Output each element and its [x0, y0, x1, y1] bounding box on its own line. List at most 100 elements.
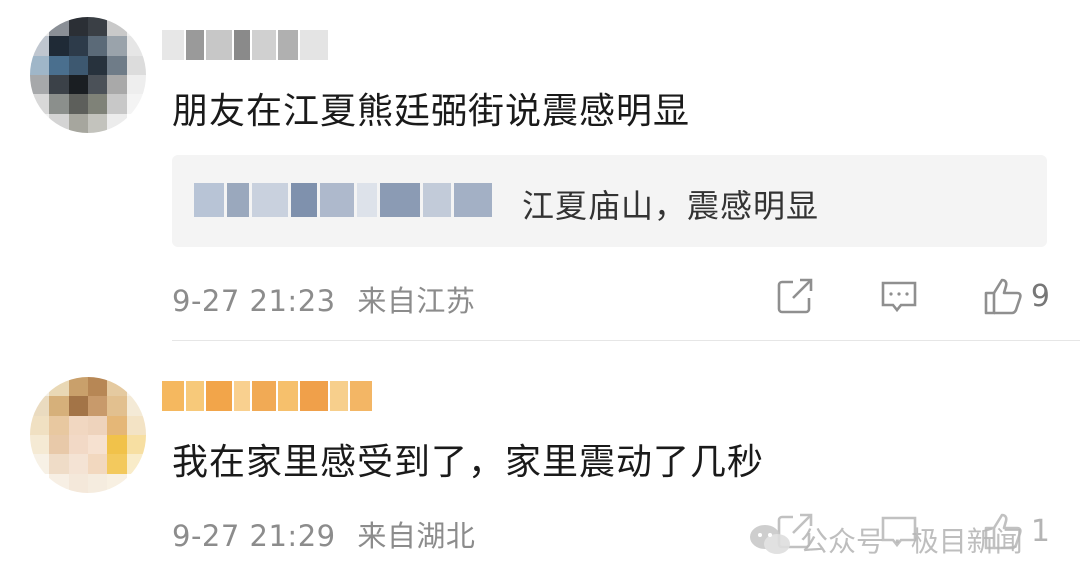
avatar-mosaic-cell [88, 75, 108, 95]
comment-text: 朋友在江夏熊廷弼街说震感明显 [172, 91, 691, 132]
avatar-mosaic-cell [126, 415, 146, 435]
username-mosaic-cell [162, 30, 184, 60]
quoted-reply[interactable]: 江夏庙山，震感明显 [172, 155, 1047, 247]
avatar-mosaic-cell [30, 396, 50, 416]
avatar-mosaic-cell [88, 94, 108, 114]
avatar-mosaic-cell [88, 396, 108, 416]
avatar-mosaic-cell [107, 415, 127, 435]
avatar-mosaic-cell [107, 454, 127, 474]
comment-time: 9-27 21:29 [172, 519, 336, 553]
avatar-mosaic-cell [107, 36, 127, 56]
avatar-mosaic-cell [107, 113, 127, 133]
username-mosaic-cell [206, 30, 232, 60]
comment-meta: 9-27 21:29 来自湖北 [172, 513, 475, 555]
username-mosaic-cell [206, 381, 232, 411]
like-count: 1 [1030, 513, 1050, 549]
username-blurred[interactable] [162, 30, 328, 60]
avatar-mosaic-cell [126, 473, 146, 493]
avatar-mosaic-cell [88, 17, 108, 37]
comment-meta: 9-27 21:23 来自江苏 [172, 278, 475, 320]
avatar-mosaic-cell [68, 36, 88, 56]
avatar-mosaic-cell [30, 435, 50, 455]
comment-text: 我在家里感受到了，家里震动了几秒 [172, 442, 765, 483]
avatar-mosaic-cell [49, 454, 69, 474]
avatar[interactable] [30, 17, 146, 133]
username-mosaic-cell [278, 30, 298, 60]
avatar-mosaic-cell [49, 113, 69, 133]
avatar-mosaic-cell [30, 473, 50, 493]
username-mosaic-cell [300, 30, 328, 60]
avatar-mosaic-cell [30, 94, 50, 114]
quoted-username-mosaic-cell [357, 183, 377, 217]
avatar-mosaic-cell [49, 75, 69, 95]
thumbs-up-icon[interactable] [981, 274, 1025, 318]
username-blurred[interactable] [162, 381, 372, 411]
avatar-mosaic-cell [68, 75, 88, 95]
avatar-mosaic-cell [30, 113, 50, 133]
avatar-mosaic-cell [68, 17, 88, 37]
quoted-reply-text: 江夏庙山，震感明显 [522, 187, 820, 225]
avatar-mosaic-cell [126, 75, 146, 95]
avatar-mosaic-cell [30, 55, 50, 75]
quoted-username-mosaic-cell [252, 183, 288, 217]
avatar-mosaic-cell [107, 94, 127, 114]
comment-icon[interactable] [877, 274, 921, 318]
comment-location: 来自湖北 [357, 519, 476, 553]
avatar-mosaic-cell [49, 435, 69, 455]
quoted-username-mosaic-cell [320, 183, 354, 217]
avatar-mosaic-cell [107, 473, 127, 493]
avatar-mosaic-cell [88, 377, 108, 397]
avatar-mosaic-cell [107, 435, 127, 455]
avatar-mosaic-cell [126, 55, 146, 75]
username-mosaic-cell [234, 30, 250, 60]
quoted-username-mosaic-cell [380, 183, 420, 217]
username-mosaic-cell [350, 381, 372, 411]
avatar-mosaic-cell [126, 435, 146, 455]
quoted-username-mosaic-cell [194, 183, 224, 217]
username-mosaic-cell [162, 381, 184, 411]
like-count: 9 [1030, 278, 1050, 314]
avatar-mosaic-cell [107, 396, 127, 416]
avatar-mosaic-cell [88, 55, 108, 75]
username-mosaic-cell [252, 30, 276, 60]
avatar-mosaic-cell [88, 435, 108, 455]
username-mosaic-cell [330, 381, 348, 411]
avatar-mosaic-cell [126, 396, 146, 416]
share-icon[interactable] [773, 274, 817, 318]
comment-1: 朋友在江夏熊廷弼街说震感明显 江夏庙山，震感明显 9-27 21:23 来自江苏 [0, 0, 1080, 340]
avatar-mosaic-cell [107, 17, 127, 37]
quoted-username-mosaic-cell [454, 183, 492, 217]
avatar-mosaic-cell [49, 473, 69, 493]
avatar-mosaic-cell [49, 396, 69, 416]
avatar-mosaic-cell [107, 377, 127, 397]
avatar-mosaic-cell [30, 36, 50, 56]
quoted-username-mosaic-cell [291, 183, 317, 217]
wechat-logo-icon [750, 525, 790, 554]
avatar-mosaic-cell [68, 435, 88, 455]
comment-location: 来自江苏 [357, 284, 476, 318]
avatar-mosaic-cell [49, 55, 69, 75]
avatar-mosaic-cell [126, 36, 146, 56]
avatar-mosaic-cell [126, 94, 146, 114]
avatar-mosaic-cell [88, 415, 108, 435]
avatar-mosaic-cell [49, 94, 69, 114]
avatar-mosaic-cell [68, 113, 88, 133]
avatar-mosaic-cell [88, 454, 108, 474]
avatar-mosaic-cell [107, 75, 127, 95]
avatar-mosaic-cell [30, 17, 50, 37]
avatar-mosaic-cell [88, 36, 108, 56]
avatar-mosaic-cell [49, 377, 69, 397]
avatar[interactable] [30, 377, 146, 493]
avatar-mosaic-cell [30, 377, 50, 397]
comment-time: 9-27 21:23 [172, 284, 336, 318]
avatar-mosaic-cell [30, 454, 50, 474]
watermark: 公众号 · 极目新闻 [748, 520, 1023, 560]
username-mosaic-cell [252, 381, 276, 411]
avatar-mosaic-cell [49, 36, 69, 56]
watermark-text: 公众号 · 极目新闻 [800, 525, 1023, 558]
avatar-mosaic-cell [68, 94, 88, 114]
avatar-mosaic-cell [49, 415, 69, 435]
username-mosaic-cell [186, 30, 204, 60]
avatar-mosaic-cell [68, 377, 88, 397]
username-mosaic-cell [186, 381, 204, 411]
